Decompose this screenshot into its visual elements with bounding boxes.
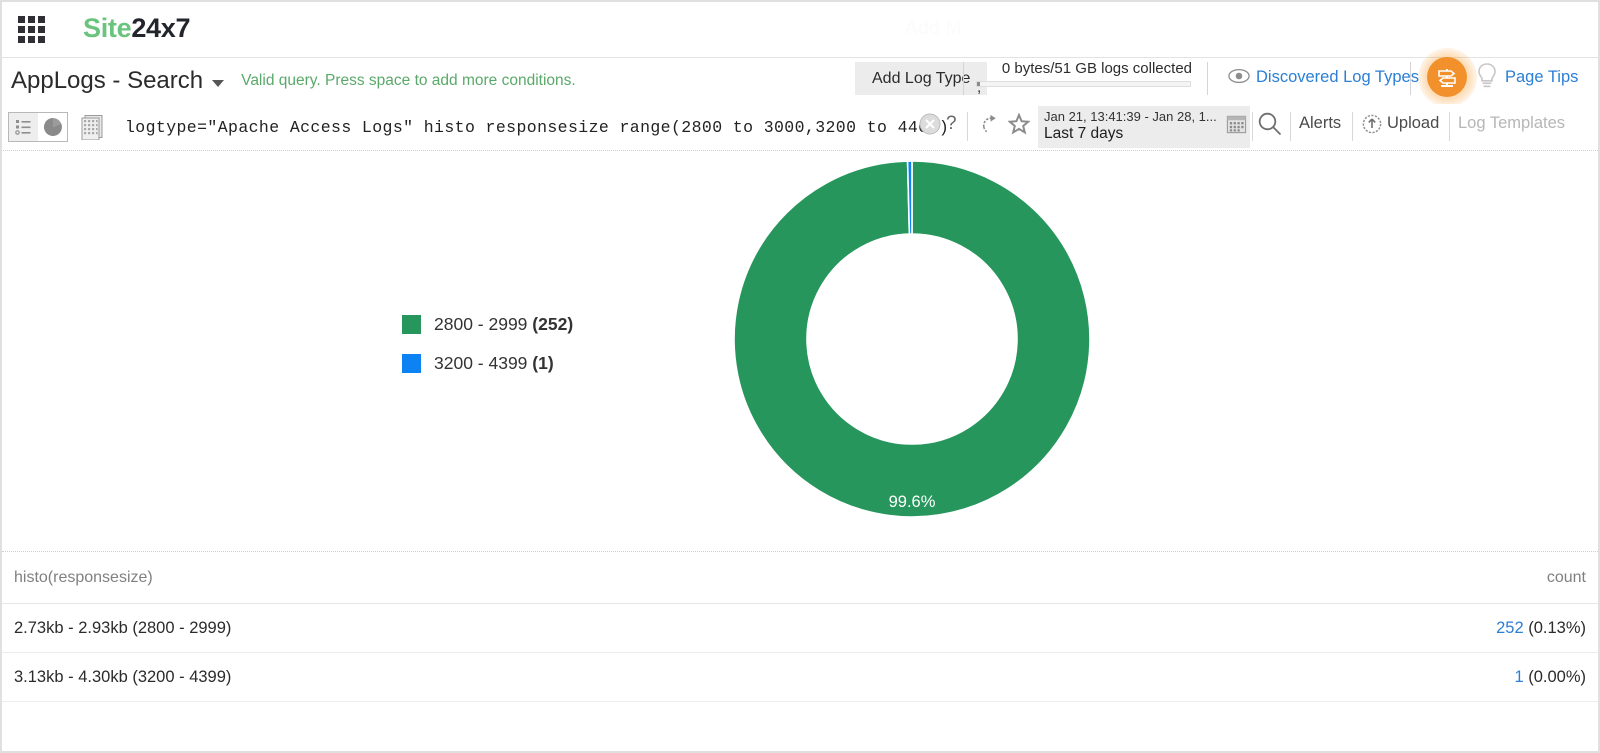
- results-table: histo(responsesize) count 2.73kb - 2.93k…: [2, 553, 1598, 751]
- divider: [1252, 112, 1253, 141]
- column-header-count: count: [1386, 569, 1586, 587]
- legend-item[interactable]: 2800 - 2999 (252): [402, 314, 573, 335]
- quota-progress-bar: ,: [976, 81, 1191, 87]
- clear-circle-icon[interactable]: [919, 113, 941, 135]
- log-templates-link[interactable]: Log Templates: [1458, 114, 1565, 133]
- divider: [1352, 112, 1353, 141]
- legend-item-label: 2800 - 2999 (252): [434, 314, 573, 335]
- search-magnifier-icon[interactable]: [1257, 111, 1283, 137]
- cell-bucket: 2.73kb - 2.93kb (2800 - 2999): [14, 619, 1386, 638]
- logo-text-24x7: 24x7: [131, 13, 190, 43]
- legend-color-swatch: [402, 354, 421, 373]
- cell-count-value[interactable]: 252: [1496, 619, 1524, 637]
- cell-count: 1 (0.00%): [1386, 668, 1586, 687]
- upload-icon[interactable]: [1362, 114, 1382, 134]
- legend-color-swatch: [402, 315, 421, 334]
- view-mode-toggle: [8, 112, 68, 142]
- applogs-search-page: Site24x7 Add M AppLogs - Search Valid qu…: [0, 0, 1600, 753]
- chevron-down-icon[interactable]: [212, 80, 224, 87]
- cell-count-value[interactable]: 1: [1514, 668, 1523, 686]
- pie-chart-view-icon[interactable]: [38, 113, 67, 141]
- cell-count: 252 (0.13%): [1386, 619, 1586, 638]
- calendar-icon[interactable]: [1226, 113, 1247, 135]
- search-query-input[interactable]: [125, 118, 955, 137]
- list-view-icon[interactable]: [9, 113, 38, 141]
- upload-link[interactable]: Upload: [1387, 114, 1439, 133]
- cell-count-pct: (0.00%): [1524, 668, 1586, 686]
- quota-label: 0 bytes/51 GB logs collected: [970, 60, 1195, 77]
- add-log-type-button[interactable]: Add Log Type: [855, 62, 987, 95]
- eye-icon[interactable]: [1228, 68, 1250, 84]
- divider: [1449, 112, 1450, 141]
- table-columns-icon[interactable]: [81, 114, 103, 140]
- divider: [1290, 112, 1291, 141]
- top-header-bar: Site24x7: [0, 0, 1600, 57]
- table-row[interactable]: 2.73kb - 2.93kb (2800 - 2999) 252 (0.13%…: [2, 604, 1598, 653]
- table-row[interactable]: 3.13kb - 4.30kb (3200 - 4399) 1 (0.00%): [2, 653, 1598, 702]
- date-range-relative: Last 7 days: [1044, 125, 1250, 143]
- divider: [967, 112, 968, 141]
- site24x7-logo[interactable]: Site24x7: [83, 13, 190, 44]
- divider: [1207, 62, 1208, 95]
- query-validation-message: Valid query. Press space to add more con…: [241, 72, 576, 90]
- signpost-guide-icon[interactable]: [1427, 57, 1467, 97]
- column-header-histo: histo(responsesize): [14, 569, 1386, 587]
- query-toolbar: [0, 104, 1600, 151]
- query-help-icon[interactable]: ?: [946, 113, 957, 135]
- lightbulb-icon[interactable]: [1476, 62, 1498, 90]
- table-footer-space: [2, 702, 1598, 748]
- alerts-link[interactable]: Alerts: [1299, 114, 1341, 133]
- app-grid-icon[interactable]: [18, 16, 46, 42]
- log-quota-indicator: 0 bytes/51 GB logs collected ,: [970, 60, 1195, 87]
- legend-item[interactable]: 3200 - 4399 (1): [402, 353, 573, 374]
- discovered-log-types-link[interactable]: Discovered Log Types: [1256, 68, 1419, 87]
- divider: [1410, 62, 1411, 95]
- cell-bucket: 3.13kb - 4.30kb (3200 - 4399): [14, 668, 1386, 687]
- donut-chart-svg[interactable]: [734, 161, 1090, 517]
- chart-panel: 2800 - 2999 (252) 3200 - 4399 (1) 99.6%: [2, 152, 1598, 552]
- cell-count-pct: (0.13%): [1524, 619, 1586, 637]
- date-range-absolute: Jan 21, 13:41:39 - Jan 28, 1...: [1044, 109, 1250, 124]
- page-title[interactable]: AppLogs - Search: [11, 67, 203, 95]
- table-header-row: histo(responsesize) count: [2, 553, 1598, 604]
- star-favorite-icon[interactable]: [1008, 113, 1030, 135]
- divider: [963, 62, 964, 95]
- share-icon[interactable]: [980, 113, 1001, 135]
- donut-chart[interactable]: 99.6%: [734, 161, 1090, 517]
- logo-text-site: Site: [83, 13, 131, 43]
- page-tips-link[interactable]: Page Tips: [1505, 68, 1578, 87]
- legend-item-label: 3200 - 4399 (1): [434, 353, 554, 374]
- ghost-overlay-text: Add M: [905, 18, 962, 40]
- date-range-picker[interactable]: Jan 21, 13:41:39 - Jan 28, 1... Last 7 d…: [1038, 106, 1250, 148]
- chart-legend: 2800 - 2999 (252) 3200 - 4399 (1): [402, 314, 573, 392]
